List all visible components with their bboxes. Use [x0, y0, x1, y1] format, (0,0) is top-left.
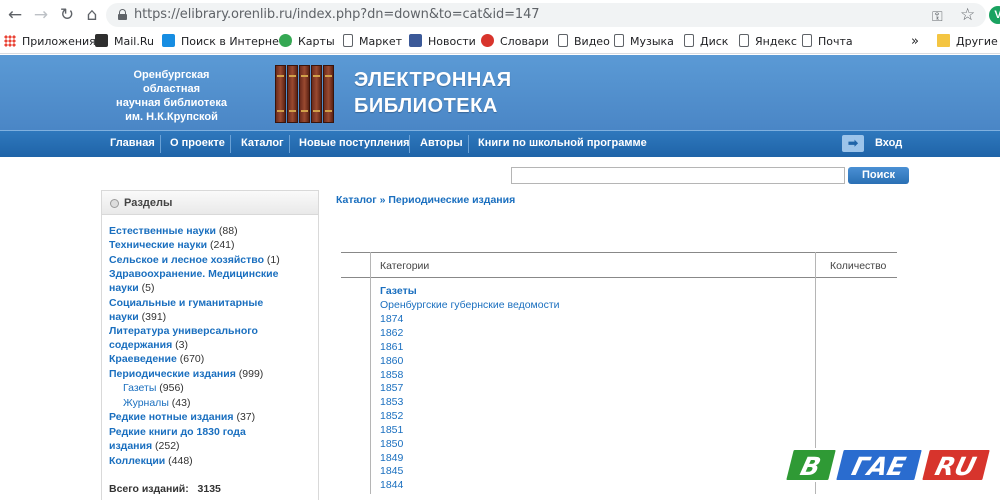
list-item[interactable]: 1860: [380, 355, 403, 369]
page-icon: [343, 34, 353, 47]
page-icon: [739, 34, 749, 47]
books-logo-icon: [275, 65, 335, 123]
list-item[interactable]: 1844: [380, 479, 403, 493]
list-item[interactable]: Газеты: [380, 285, 417, 299]
bookmark-market[interactable]: Маркет: [343, 34, 402, 50]
browser-chrome: ← → ↻ ⌂ https://elibrary.orenlib.ru/inde…: [0, 0, 1000, 54]
sidebar: Разделы Естественные науки (88) Техничес…: [101, 190, 319, 500]
list-item[interactable]: 1858: [380, 369, 403, 383]
nav-divider: [409, 135, 410, 153]
mailru-icon: [95, 34, 108, 47]
total-count: Всего изданий: 3135: [109, 483, 221, 495]
back-icon[interactable]: ←: [4, 4, 26, 26]
list-item[interactable]: 1857: [380, 382, 403, 396]
avatar[interactable]: V: [989, 6, 1000, 24]
sidebar-title: Разделы: [124, 197, 173, 209]
sidebar-item-rare-music[interactable]: Редкие нотные издания (37): [109, 410, 309, 424]
list-item[interactable]: 1861: [380, 341, 403, 355]
sidebar-item-natural-sciences[interactable]: Естественные науки (88): [109, 224, 309, 238]
bookmark-music[interactable]: Музыка: [614, 34, 674, 50]
list-item[interactable]: 1849: [380, 452, 403, 466]
main-nav: Главная О проекте Каталог Новые поступле…: [0, 130, 1000, 157]
bookmark-mail[interactable]: Почта: [802, 34, 853, 50]
dictionary-icon: [481, 34, 494, 47]
sidebar-item-humanities[interactable]: Социальные и гуманитарные науки (391): [109, 296, 309, 324]
login-link[interactable]: Вход: [875, 137, 902, 149]
bookmark-yandex[interactable]: Яндекс: [739, 34, 797, 50]
search-input[interactable]: [511, 167, 845, 184]
nav-divider: [468, 135, 469, 153]
star-icon[interactable]: ☆: [960, 5, 975, 25]
browser-toolbar: ← → ↻ ⌂ https://elibrary.orenlib.ru/inde…: [0, 0, 1000, 30]
bookmark-disk[interactable]: Диск: [684, 34, 728, 50]
search-button[interactable]: Поиск: [848, 167, 909, 184]
news-icon: [409, 34, 422, 47]
table-header: Категории Количество: [341, 252, 897, 278]
folder-icon: [937, 34, 950, 47]
list-item[interactable]: 1862: [380, 327, 403, 341]
bookmark-news[interactable]: Новости: [409, 34, 476, 50]
table-divider: [370, 252, 371, 494]
nav-school-books[interactable]: Книги по школьной программе: [478, 137, 647, 149]
sidebar-header: Разделы: [102, 191, 318, 215]
bookmark-other[interactable]: Другие за: [937, 34, 1000, 50]
url-text[interactable]: https://elibrary.orenlib.ru/index.php?dn…: [134, 7, 540, 22]
sidebar-item-journals[interactable]: Журналы (43): [123, 396, 190, 410]
nav-divider: [230, 135, 231, 153]
maps-icon: [279, 34, 292, 47]
arrow-right-icon[interactable]: ➡: [842, 135, 864, 152]
nav-new-arrivals[interactable]: Новые поступления: [299, 137, 410, 149]
nav-divider: [160, 135, 161, 153]
watermark-logo: В ГАЕ RU: [782, 448, 994, 484]
sidebar-item-technical-sciences[interactable]: Технические науки (241): [109, 238, 309, 252]
list-item[interactable]: 1845: [380, 465, 403, 479]
bookmark-video[interactable]: Видео: [558, 34, 610, 50]
lock-icon: [118, 9, 127, 20]
bookmark-maps[interactable]: Карты: [279, 34, 335, 50]
sidebar-item-newspapers[interactable]: Газеты (956): [123, 381, 184, 395]
bookmark-search[interactable]: Поиск в Интернете: [162, 34, 292, 50]
nav-catalog[interactable]: Каталог: [241, 137, 284, 149]
breadcrumb[interactable]: Каталог » Периодические издания: [336, 194, 515, 206]
list-item[interactable]: 1874: [380, 313, 403, 327]
site-title[interactable]: ЭЛЕКТРОННАЯ БИБЛИОТЕКА: [354, 67, 512, 119]
nav-authors[interactable]: Авторы: [420, 137, 463, 149]
nav-home[interactable]: Главная: [110, 137, 155, 149]
sidebar-item-collections[interactable]: Коллекции (448): [109, 454, 309, 468]
bookmark-apps[interactable]: Приложения: [4, 34, 96, 50]
bookmark-mailru[interactable]: Mail.Ru: [95, 34, 154, 50]
reload-icon[interactable]: ↻: [56, 4, 78, 26]
sidebar-item-universal-literature[interactable]: Литература универсального содержания (3): [109, 324, 309, 352]
bookmarks-more[interactable]: »: [911, 34, 919, 50]
nav-about[interactable]: О проекте: [170, 137, 225, 149]
page-icon: [614, 34, 624, 47]
list-item[interactable]: Оренбургские губернские ведомости: [380, 299, 560, 313]
bookmarks-bar: Приложения Mail.Ru Поиск в Интернете Кар…: [0, 30, 1000, 54]
sidebar-item-local-history[interactable]: Краеведение (670): [109, 352, 309, 366]
list-item[interactable]: 1850: [380, 438, 403, 452]
sidebar-item-agriculture[interactable]: Сельское и лесное хозяйство (1): [109, 253, 309, 267]
forward-icon[interactable]: →: [30, 4, 52, 26]
column-header-count: Количество: [830, 260, 887, 272]
page-icon: [684, 34, 694, 47]
org-name[interactable]: Оренбургская областная научная библиотек…: [104, 68, 239, 124]
address-bar[interactable]: https://elibrary.orenlib.ru/index.php?dn…: [106, 3, 986, 27]
key-icon[interactable]: ⚿: [932, 8, 943, 25]
site-header: Оренбургская областная научная библиотек…: [0, 55, 1000, 130]
sidebar-item-rare-books[interactable]: Редкие книги до 1830 года издания (252): [109, 425, 309, 453]
list-item[interactable]: 1851: [380, 424, 403, 438]
search-icon: [162, 34, 175, 47]
page-icon: [802, 34, 812, 47]
sidebar-item-medicine[interactable]: Здравоохранение. Медицинские науки (5): [109, 267, 309, 295]
bookmark-dictionaries[interactable]: Словари: [481, 34, 549, 50]
page-icon: [558, 34, 568, 47]
apps-grid-icon: [4, 35, 16, 47]
column-header-categories: Категории: [380, 260, 430, 272]
list-item[interactable]: 1853: [380, 396, 403, 410]
list-item[interactable]: 1852: [380, 410, 403, 424]
nav-divider: [289, 135, 290, 153]
bullet-icon: [110, 199, 119, 208]
sidebar-item-periodicals[interactable]: Периодические издания (999): [109, 367, 309, 381]
home-icon[interactable]: ⌂: [81, 4, 103, 26]
